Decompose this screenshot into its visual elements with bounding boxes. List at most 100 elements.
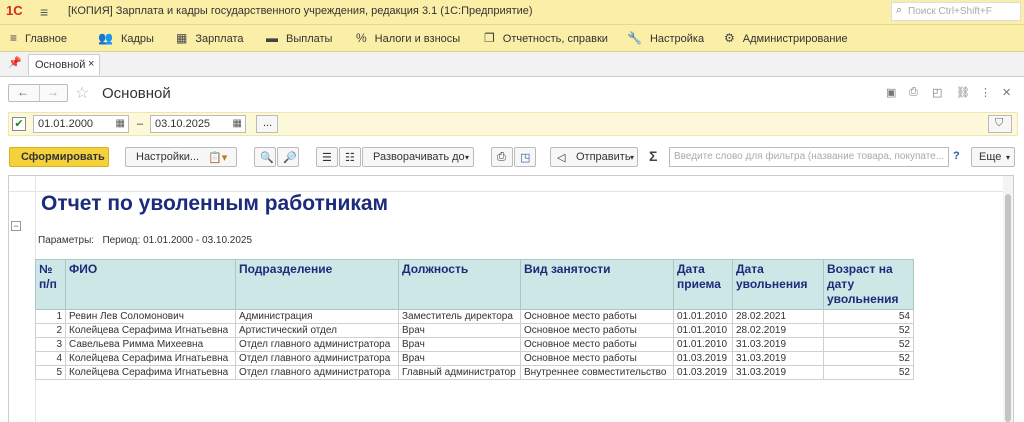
menu-item-label: Выплаты [286,33,333,45]
hire-date: 01.03.2019 [673,365,733,380]
menu-item-personnel[interactable]: 👥 Кадры [98,31,154,45]
search-report-button[interactable]: 🔍 [254,147,276,167]
close-icon[interactable]: × [88,58,94,70]
table-row[interactable]: 1 Ревин Лев Соломонович Администрация За… [35,309,914,324]
collapse-groups-button[interactable]: ☰ [316,147,338,167]
back-arrow-icon[interactable]: ← [17,85,29,99]
employment-type: Основное место работы [520,351,674,366]
tab-main[interactable]: Основной × [28,54,100,75]
hire-date: 01.03.2019 [673,351,733,366]
menu-item-label: Кадры [120,33,154,45]
employee-name: Колейцева Серафима Игнатьевна [65,351,236,366]
column-header: Подразделение [235,259,399,310]
department: Отдел главного администратора [235,351,399,366]
menu-item-label: Налоги и взносы [374,33,461,45]
department: Отдел главного администратора [235,337,399,352]
column-header: Вид занятости [520,259,674,310]
section-menu: ≡ Главное 👥 Кадры ▦ Зарплата ▬ Выплаты % Нало… [0,25,1024,52]
date-from-field[interactable]: 01.01.2000 ▦ [33,115,129,133]
filter-input[interactable]: Введите слово для фильтра (название това… [669,147,949,167]
pin-icon[interactable]: 📌 [8,56,22,69]
column-header: Дата приема [673,259,733,310]
row-number: 1 [35,309,66,324]
save-icon[interactable]: ▣ [886,86,896,99]
table-row[interactable]: 2 Колейцева Серафима Игнатьевна Артистич… [35,323,914,338]
hire-date: 01.01.2010 [673,337,733,352]
table-row[interactable]: 4 Колейцева Серафима Игнатьевна Отдел гл… [35,351,914,366]
filter-settings-button[interactable]: ⛉ [988,115,1012,133]
expand-to-label: Разворачивать до [373,151,465,163]
department: Отдел главного администратора [235,365,399,380]
column-header: ФИО [65,259,236,310]
preview-icon[interactable]: ◰ [932,86,942,99]
report-title: Отчет по уволенным работникам [41,192,389,215]
open-windows-bar: 📌 Основной × [0,52,1024,77]
date-to-field[interactable]: 03.10.2025 ▦ [150,115,246,133]
forward-arrow-icon[interactable]: → [47,85,59,99]
more-button[interactable]: Еще ▾ [971,147,1015,167]
print-icon[interactable]: ⎙ [909,86,918,99]
tab-label: Основной [35,59,86,71]
magnifier-icon: 🔍 [260,152,274,164]
chevron-down-icon: ▾ [1006,153,1011,162]
print-button[interactable]: ⎙ [491,147,513,167]
row-number: 4 [35,351,66,366]
table-header-row: № п/п ФИО Подразделение Должность Вид за… [35,259,914,310]
close-form-icon[interactable]: ✕ [1002,86,1011,99]
gear-icon: ⚙ [724,31,735,45]
calendar-icon[interactable]: ▦ [233,118,242,129]
department: Артистический отдел [235,323,399,338]
expand-to-dropdown[interactable]: Разворачивать до ▾ [362,147,474,167]
menu-item-salary[interactable]: ▦ Зарплата [176,31,244,45]
table-row[interactable]: 5 Колейцева Серафима Игнатьевна Отдел гл… [35,365,914,380]
help-icon[interactable]: ? [953,150,960,162]
wallet-icon: ▬ [266,31,278,45]
calendar-icon[interactable]: ▦ [116,118,125,129]
dismissal-date: 28.02.2019 [732,323,824,338]
row-number: 2 [35,323,66,338]
period-checkbox[interactable]: ✔ [12,117,26,131]
menu-item-settings[interactable]: 🔧 Настройка [627,31,704,45]
print-preview-button[interactable]: ◳ [514,147,536,167]
scrollbar-thumb[interactable] [1005,194,1011,422]
position: Врач [398,337,521,352]
search-next-button[interactable]: 🔎 [277,147,299,167]
menu-item-taxes[interactable]: % Налоги и взносы [356,31,460,45]
people-icon: 👥 [98,31,113,45]
column-header: Должность [398,259,521,310]
send-button[interactable]: ◁ Отправить ▾ [550,147,638,167]
preview-icon: ◳ [520,152,531,164]
expand-groups-button[interactable]: ☷ [339,147,361,167]
period-select-label: ... [263,117,273,129]
title-bar: 1С ≡ [КОПИЯ] Зарплата и кадры государств… [0,0,1024,25]
dismissal-date: 31.03.2019 [732,351,824,366]
date-to-value: 03.10.2025 [155,118,211,130]
menu-item-administration[interactable]: ⚙ Администрирование [724,31,848,45]
favorite-star-icon[interactable]: ☆ [75,83,89,103]
report-parameters: Параметры: Период: 01.01.2000 - 03.10.20… [38,235,252,246]
group-collapse-toggle[interactable]: − [11,221,21,231]
global-search-input[interactable]: ⌕ Поиск Ctrl+Shift+F [891,2,1021,21]
report-table: № п/п ФИО Подразделение Должность Вид за… [35,259,914,380]
row-number: 5 [35,365,66,380]
table-row[interactable]: 3 Савельева Римма Михеевна Отдел главног… [35,337,914,352]
1c-logo: 1С [6,3,23,18]
period-select-button[interactable]: ... [256,115,278,133]
position: Врач [398,323,521,338]
menu-item-reports[interactable]: ❐ Отчетность, справки [484,31,608,45]
age-at-dismissal: 52 [823,337,914,352]
menu-item-payments[interactable]: ▬ Выплаты [266,31,332,45]
hamburger-icon: ≡ [10,31,18,45]
employee-name: Ревин Лев Соломонович [65,309,236,324]
settings-button[interactable]: Настройки... 📋▾ [125,147,237,167]
sum-sigma-button[interactable]: Σ [649,148,657,164]
menu-item-main[interactable]: ≡ Главное [10,31,67,45]
column-header: Возраст на дату увольнения [823,259,914,310]
document-icon: ❐ [484,31,495,45]
main-menu-icon[interactable]: ≡ [40,4,48,20]
employee-name: Савельева Римма Михеевна [65,337,236,352]
link-icon[interactable]: ⛓ [956,86,970,99]
employment-type: Внутреннее совместительство [520,365,674,380]
generate-button[interactable]: Сформировать [9,147,109,167]
more-dots-icon[interactable]: ⋮ [980,86,991,99]
